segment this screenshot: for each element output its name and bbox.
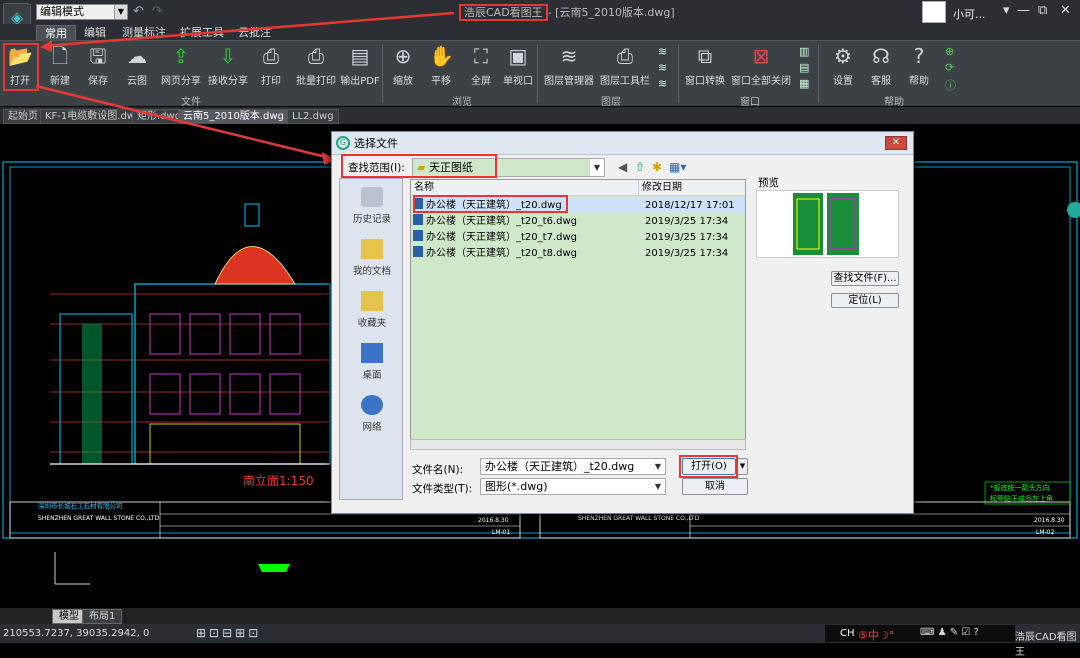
dwg-file-icon [413, 246, 423, 257]
snap-tools-icon[interactable]: ⊞⊡⊟⊞⊡ [196, 626, 261, 640]
documents-icon [361, 239, 383, 259]
locate-button[interactable]: 定位(L) [831, 293, 899, 308]
filetype-label: 文件类型(T): [412, 483, 473, 495]
file-name: 办公楼（天正建筑）_t20_t6.dwg [426, 216, 577, 227]
favorites-icon [361, 291, 383, 311]
chevron-down-icon: ▼ [739, 462, 746, 470]
place-network-label: 网络 [362, 422, 382, 433]
look-in-highlight [341, 154, 497, 178]
network-icon [361, 395, 383, 415]
place-favorites-label: 收藏夹 [357, 318, 387, 329]
tray-icons[interactable]: ⌨ ♟ ✎ ☑ ? [920, 627, 979, 638]
file-row[interactable]: 办公楼（天正建筑）_t20_t8.dwg [413, 246, 577, 261]
layout-tabs: 模型 布局1 [0, 608, 1080, 624]
file-row[interactable]: 办公楼（天正建筑）_t20_t7.dwg [413, 230, 577, 245]
file-date: 2019/3/25 17:34 [645, 248, 729, 259]
file-highlight [413, 195, 568, 213]
preview-pane [756, 190, 899, 258]
back-icon[interactable]: ◀ [618, 160, 627, 174]
filename-input[interactable]: 办公楼（天正建筑）_t20.dwg ▼ [480, 458, 666, 475]
place-desktop[interactable]: 桌面 [340, 343, 404, 381]
view-menu-icon[interactable]: ▦▾ [669, 160, 686, 174]
horizontal-scrollbar[interactable] [410, 439, 746, 450]
coordinates: 210553.7237, 39035.2942, 0 [3, 628, 150, 639]
column-date[interactable]: 修改日期 [639, 180, 745, 196]
file-date: 2019/3/25 17:34 [645, 216, 729, 227]
desktop-icon [361, 343, 383, 363]
file-open-dialog: G 选择文件 ✕ 查找范围(I): ▰ 天正图纸 ▼ ◀ ⇧ ✱ ▦▾ 历史记录… [331, 131, 914, 514]
file-name: 办公楼（天正建筑）_t20_t7.dwg [426, 232, 577, 243]
arrow-to-lookin [35, 84, 331, 160]
preview-thumbnail [793, 193, 859, 255]
filetype-select[interactable]: 图形(*.dwg) ▼ [480, 478, 666, 495]
place-history-label: 历史记录 [352, 214, 391, 225]
filetype-value: 图形(*.dwg) [485, 480, 548, 493]
place-history[interactable]: 历史记录 [340, 187, 404, 225]
status-bar: 210553.7237, 39035.2942, 0 ⊞⊡⊟⊞⊡ CH ⑤中☽°… [0, 624, 1080, 658]
places-bar: 历史记录 我的文档 收藏夹 桌面 网络 [339, 178, 403, 500]
place-documents-label: 我的文档 [352, 266, 391, 277]
file-name: 办公楼（天正建筑）_t20_t8.dwg [426, 248, 577, 259]
dialog-title: 选择文件 [354, 137, 398, 150]
history-icon [361, 187, 383, 207]
place-network[interactable]: 网络 [340, 395, 404, 433]
open-options-dropdown[interactable]: ▼ [737, 458, 748, 475]
place-favorites[interactable]: 收藏夹 [340, 291, 404, 329]
dwg-file-icon [413, 230, 423, 241]
column-name[interactable]: 名称 [411, 180, 639, 196]
filename-value: 办公楼（天正建筑）_t20.dwg [485, 460, 635, 473]
open-file-highlight [679, 455, 738, 478]
find-file-button[interactable]: 查找文件(F)... [831, 271, 899, 286]
file-list[interactable]: 名称 修改日期 办公楼（天正建筑）_t20.dwg 2018/12/17 17:… [410, 179, 746, 450]
thumb-sheet [827, 193, 859, 255]
tab-layout1[interactable]: 布局1 [82, 609, 123, 624]
cancel-button[interactable]: 取消 [682, 478, 748, 495]
chevron-down-icon: ▼ [654, 462, 662, 471]
tab-model[interactable]: 模型 [52, 609, 86, 624]
dialog-titlebar: G 选择文件 ✕ [332, 132, 913, 155]
chevron-down-icon: ▼ [654, 482, 662, 491]
dialog-close-icon[interactable]: ✕ [885, 136, 907, 150]
up-folder-icon[interactable]: ⇧ [635, 160, 645, 174]
filename-label: 文件名(N): [412, 464, 464, 476]
arrowhead [40, 40, 52, 52]
place-documents[interactable]: 我的文档 [340, 239, 404, 277]
file-date: 2018/12/17 17:01 [645, 200, 735, 211]
input-method-icon[interactable]: ⑤中☽° [858, 627, 894, 643]
new-folder-icon[interactable]: ✱ [652, 160, 662, 174]
ime-indicator[interactable]: CH [840, 628, 855, 639]
preview-label: 预览 [758, 177, 779, 189]
status-app-name: 浩辰CAD看图王 [1015, 632, 1077, 658]
file-date: 2019/3/25 17:34 [645, 232, 729, 243]
arrow-to-open [43, 11, 455, 48]
chevron-down-icon: ▼ [590, 159, 604, 176]
place-desktop-label: 桌面 [362, 370, 382, 381]
app-small-icon: G [336, 136, 350, 150]
file-row[interactable]: 办公楼（天正建筑）_t20_t6.dwg [413, 214, 577, 229]
dwg-file-icon [413, 214, 423, 225]
